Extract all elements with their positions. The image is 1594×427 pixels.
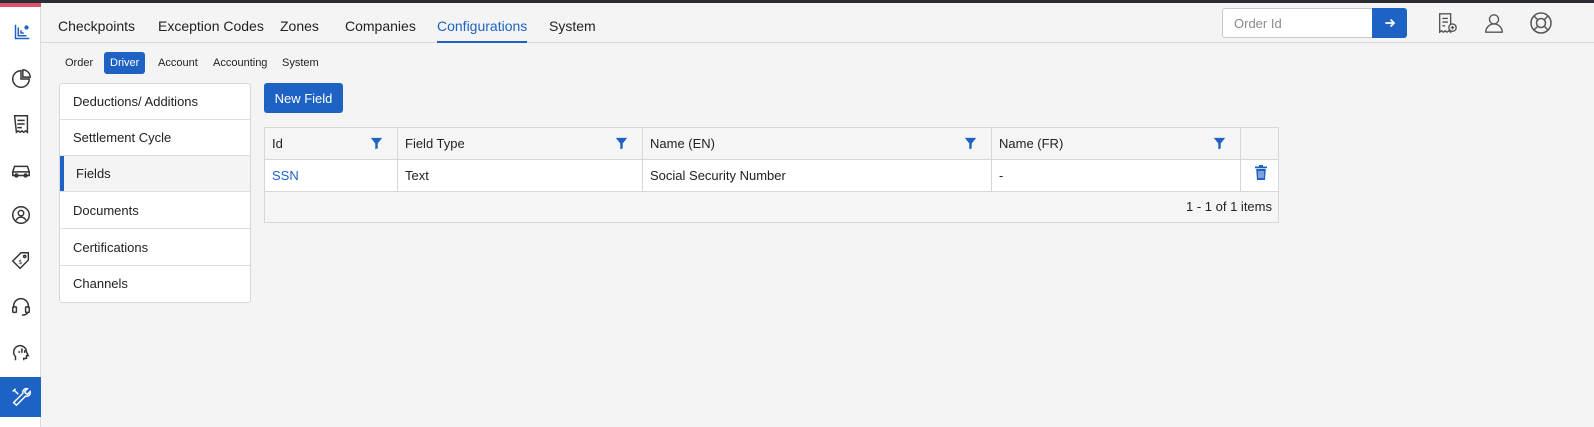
column-header-name-fr[interactable]: Name (FR) <box>992 128 1241 159</box>
fields-grid: Id Field Type Name (EN) Name (FR) SSN Te… <box>264 127 1279 223</box>
filter-icon[interactable] <box>1213 137 1226 150</box>
app-logo-icon[interactable] <box>0 13 41 53</box>
tab-system[interactable]: System <box>549 3 596 43</box>
column-header-label: Name (EN) <box>650 136 716 151</box>
column-header-label: Id <box>272 136 283 151</box>
order-search-go-button[interactable] <box>1372 8 1407 38</box>
left-nav-rail: $ <box>0 3 41 427</box>
car-icon[interactable] <box>0 150 41 190</box>
grid-header: Id Field Type Name (EN) Name (FR) <box>265 128 1278 160</box>
headset-icon[interactable] <box>0 286 41 326</box>
new-field-button[interactable]: New Field <box>264 83 343 113</box>
user-circle-icon[interactable] <box>0 195 41 235</box>
column-header-field-type[interactable]: Field Type <box>398 128 643 159</box>
column-header-label: Name (FR) <box>999 136 1064 151</box>
add-document-icon[interactable] <box>1435 10 1459 36</box>
column-header-id[interactable]: Id <box>265 128 398 159</box>
tab-zones[interactable]: Zones <box>280 3 319 43</box>
cell-name-en: Social Security Number <box>643 160 992 191</box>
arrow-right-icon <box>1384 18 1395 28</box>
svg-text:$: $ <box>18 258 22 266</box>
column-header-label: Field Type <box>405 136 465 151</box>
delete-trash-icon[interactable] <box>1255 165 1267 180</box>
receipt-icon[interactable] <box>0 104 41 144</box>
filter-icon[interactable] <box>964 137 977 150</box>
cell-id-link[interactable]: SSN <box>265 160 398 191</box>
menu-item-certifications[interactable]: Certifications <box>60 230 250 266</box>
menu-item-settlement-cycle[interactable]: Settlement Cycle <box>60 120 250 156</box>
tab-companies[interactable]: Companies <box>345 3 416 43</box>
subtab-accounting[interactable]: Accounting <box>207 52 273 74</box>
price-tag-icon[interactable]: $ <box>0 241 41 281</box>
driver-config-menu: Deductions/ Additions Settlement Cycle F… <box>59 83 251 303</box>
column-header-name-en[interactable]: Name (EN) <box>643 128 992 159</box>
cell-field-type: Text <box>398 160 643 191</box>
table-row: SSN Text Social Security Number - <box>265 160 1278 192</box>
filter-icon[interactable] <box>370 137 383 150</box>
menu-item-documents[interactable]: Documents <box>60 193 250 229</box>
tab-exception-codes[interactable]: Exception Codes <box>158 3 264 43</box>
tab-configurations[interactable]: Configurations <box>437 3 528 43</box>
pager-info: 1 - 1 of 1 items <box>1186 199 1272 214</box>
menu-item-deductions-additions[interactable]: Deductions/ Additions <box>60 84 250 120</box>
tools-icon[interactable] <box>0 377 41 417</box>
analytics-head-icon[interactable] <box>0 332 41 372</box>
tab-checkpoints[interactable]: Checkpoints <box>58 3 135 43</box>
column-header-actions <box>1241 128 1278 159</box>
grid-pager: 1 - 1 of 1 items <box>265 192 1278 222</box>
help-lifebuoy-icon[interactable] <box>1529 10 1553 36</box>
filter-icon[interactable] <box>615 137 628 150</box>
subtab-account[interactable]: Account <box>152 52 204 74</box>
subtab-order[interactable]: Order <box>59 52 99 74</box>
cell-name-fr: - <box>992 160 1241 191</box>
rail-top-accent <box>0 3 41 7</box>
user-profile-icon[interactable] <box>1482 10 1506 36</box>
menu-item-channels[interactable]: Channels <box>60 266 250 302</box>
subtab-system[interactable]: System <box>276 52 325 74</box>
subtab-driver[interactable]: Driver <box>104 52 146 74</box>
menu-item-fields[interactable]: Fields <box>60 156 250 192</box>
pie-chart-icon[interactable] <box>0 59 41 99</box>
order-id-search-input[interactable] <box>1222 8 1373 38</box>
